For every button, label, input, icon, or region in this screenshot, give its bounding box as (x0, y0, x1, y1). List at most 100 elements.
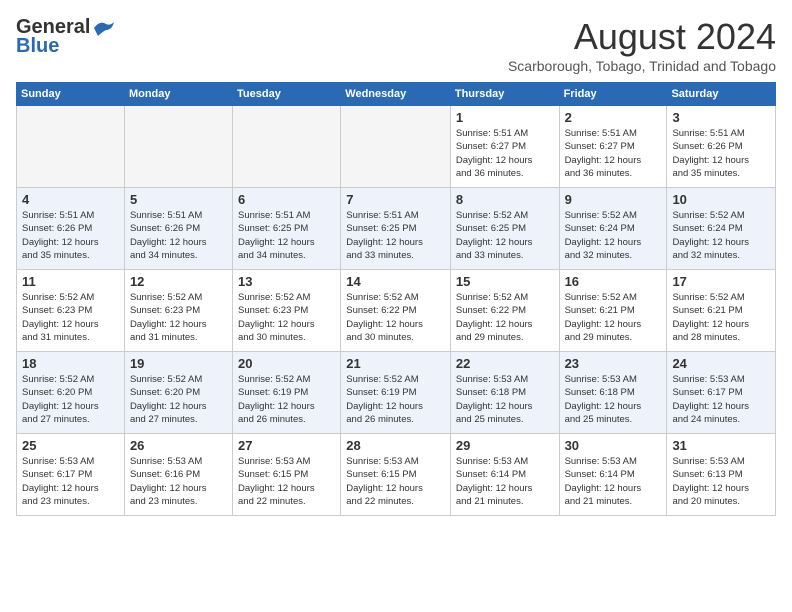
day-number: 13 (238, 274, 335, 289)
day-info: Sunrise: 5:52 AM Sunset: 6:19 PM Dayligh… (346, 373, 445, 426)
day-info: Sunrise: 5:52 AM Sunset: 6:21 PM Dayligh… (565, 291, 662, 344)
calendar-cell: 25 Sunrise: 5:53 AM Sunset: 6:17 PM Dayli… (17, 434, 125, 516)
calendar-cell: 9 Sunrise: 5:52 AM Sunset: 6:24 PM Daylig… (559, 188, 667, 270)
day-number: 19 (130, 356, 227, 371)
day-number: 27 (238, 438, 335, 453)
calendar-cell (233, 106, 341, 188)
calendar-cell: 6 Sunrise: 5:51 AM Sunset: 6:25 PM Daylig… (233, 188, 341, 270)
calendar-cell: 26Sunrise: 5:53 AM Sunset: 6:16 PM Dayli… (124, 434, 232, 516)
week-row-1: 1 Sunrise: 5:51 AM Sunset: 6:27 PM Daylig… (17, 106, 776, 188)
calendar-table: SundayMondayTuesdayWednesdayThursdayFrid… (16, 82, 776, 516)
weekday-header-sunday: Sunday (17, 83, 125, 106)
day-number: 25 (22, 438, 119, 453)
day-number: 16 (565, 274, 662, 289)
logo-bird-icon (92, 20, 114, 36)
day-number: 18 (22, 356, 119, 371)
calendar-cell: 5 Sunrise: 5:51 AM Sunset: 6:26 PM Daylig… (124, 188, 232, 270)
day-number: 10 (672, 192, 770, 207)
title-block: August 2024 Scarborough, Tobago, Trinida… (508, 16, 776, 74)
day-info: Sunrise: 5:51 AM Sunset: 6:26 PM Dayligh… (130, 209, 227, 262)
day-number: 3 (672, 110, 770, 125)
day-number: 21 (346, 356, 445, 371)
day-number: 20 (238, 356, 335, 371)
day-number: 7 (346, 192, 445, 207)
calendar-cell: 10 Sunrise: 5:52 AM Sunset: 6:24 PM Dayli… (667, 188, 776, 270)
day-number: 30 (565, 438, 662, 453)
day-info: Sunrise: 5:53 AM Sunset: 6:15 PM Dayligh… (238, 455, 335, 508)
day-number: 28 (346, 438, 445, 453)
calendar-cell (341, 106, 451, 188)
logo: General Blue (16, 16, 114, 58)
calendar-cell: 12 Sunrise: 5:52 AM Sunset: 6:23 PM Dayli… (124, 270, 232, 352)
day-info: Sunrise: 5:52 AM Sunset: 6:24 PM Dayligh… (672, 209, 770, 262)
day-info: Sunrise: 5:52 AM Sunset: 6:22 PM Dayligh… (346, 291, 445, 344)
weekday-header-wednesday: Wednesday (341, 83, 451, 106)
day-info: Sunrise: 5:52 AM Sunset: 6:19 PM Dayligh… (238, 373, 335, 426)
day-number: 12 (130, 274, 227, 289)
weekday-header-thursday: Thursday (450, 83, 559, 106)
week-row-2: 4 Sunrise: 5:51 AM Sunset: 6:26 PM Daylig… (17, 188, 776, 270)
weekday-header-monday: Monday (124, 83, 232, 106)
calendar-cell (124, 106, 232, 188)
weekday-header-tuesday: Tuesday (233, 83, 341, 106)
day-info: Sunrise: 5:52 AM Sunset: 6:23 PM Dayligh… (238, 291, 335, 344)
day-info: Sunrise: 5:51 AM Sunset: 6:25 PM Dayligh… (346, 209, 445, 262)
calendar-cell: 1Sunrise: 5:51 AM Sunset: 6:27 PM Daylig… (450, 106, 559, 188)
day-info: Sunrise: 5:53 AM Sunset: 6:15 PM Dayligh… (346, 455, 445, 508)
day-number: 23 (565, 356, 662, 371)
day-number: 4 (22, 192, 119, 207)
day-number: 1 (456, 110, 554, 125)
day-info: Sunrise: 5:53 AM Sunset: 6:14 PM Dayligh… (456, 455, 554, 508)
month-year-title: August 2024 (508, 16, 776, 58)
day-number: 6 (238, 192, 335, 207)
week-row-5: 25 Sunrise: 5:53 AM Sunset: 6:17 PM Dayli… (17, 434, 776, 516)
day-info: Sunrise: 5:53 AM Sunset: 6:18 PM Dayligh… (565, 373, 662, 426)
calendar-cell (17, 106, 125, 188)
day-number: 29 (456, 438, 554, 453)
weekday-header-row: SundayMondayTuesdayWednesdayThursdayFrid… (17, 83, 776, 106)
day-number: 24 (672, 356, 770, 371)
day-info: Sunrise: 5:52 AM Sunset: 6:25 PM Dayligh… (456, 209, 554, 262)
calendar-cell: 27 Sunrise: 5:53 AM Sunset: 6:15 PM Dayli… (233, 434, 341, 516)
calendar-cell: 24Sunrise: 5:53 AM Sunset: 6:17 PM Dayli… (667, 352, 776, 434)
calendar-cell: 7 Sunrise: 5:51 AM Sunset: 6:25 PM Daylig… (341, 188, 451, 270)
calendar-cell: 17Sunrise: 5:52 AM Sunset: 6:21 PM Dayli… (667, 270, 776, 352)
day-info: Sunrise: 5:51 AM Sunset: 6:26 PM Dayligh… (672, 127, 770, 180)
day-info: Sunrise: 5:51 AM Sunset: 6:27 PM Dayligh… (565, 127, 662, 180)
day-number: 5 (130, 192, 227, 207)
day-info: Sunrise: 5:52 AM Sunset: 6:23 PM Dayligh… (130, 291, 227, 344)
week-row-4: 18 Sunrise: 5:52 AM Sunset: 6:20 PM Dayli… (17, 352, 776, 434)
calendar-cell: 13 Sunrise: 5:52 AM Sunset: 6:23 PM Dayli… (233, 270, 341, 352)
day-number: 31 (672, 438, 770, 453)
calendar-cell: 31 Sunrise: 5:53 AM Sunset: 6:13 PM Dayli… (667, 434, 776, 516)
week-row-3: 11Sunrise: 5:52 AM Sunset: 6:23 PM Dayli… (17, 270, 776, 352)
calendar-cell: 30Sunrise: 5:53 AM Sunset: 6:14 PM Dayli… (559, 434, 667, 516)
calendar-cell: 8 Sunrise: 5:52 AM Sunset: 6:25 PM Daylig… (450, 188, 559, 270)
day-number: 9 (565, 192, 662, 207)
day-info: Sunrise: 5:53 AM Sunset: 6:16 PM Dayligh… (130, 455, 227, 508)
weekday-header-friday: Friday (559, 83, 667, 106)
day-number: 8 (456, 192, 554, 207)
day-info: Sunrise: 5:51 AM Sunset: 6:26 PM Dayligh… (22, 209, 119, 262)
day-info: Sunrise: 5:52 AM Sunset: 6:22 PM Dayligh… (456, 291, 554, 344)
page-header: General Blue August 2024 Scarborough, To… (16, 16, 776, 74)
calendar-cell: 28 Sunrise: 5:53 AM Sunset: 6:15 PM Dayli… (341, 434, 451, 516)
day-number: 17 (672, 274, 770, 289)
calendar-cell: 15 Sunrise: 5:52 AM Sunset: 6:22 PM Dayli… (450, 270, 559, 352)
day-number: 2 (565, 110, 662, 125)
day-info: Sunrise: 5:52 AM Sunset: 6:20 PM Dayligh… (130, 373, 227, 426)
day-info: Sunrise: 5:53 AM Sunset: 6:17 PM Dayligh… (22, 455, 119, 508)
calendar-cell: 4 Sunrise: 5:51 AM Sunset: 6:26 PM Daylig… (17, 188, 125, 270)
calendar-cell: 2 Sunrise: 5:51 AM Sunset: 6:27 PM Daylig… (559, 106, 667, 188)
calendar-cell: 3 Sunrise: 5:51 AM Sunset: 6:26 PM Daylig… (667, 106, 776, 188)
day-number: 14 (346, 274, 445, 289)
day-number: 15 (456, 274, 554, 289)
calendar-cell: 22Sunrise: 5:53 AM Sunset: 6:18 PM Dayli… (450, 352, 559, 434)
logo-blue: Blue (16, 35, 59, 58)
day-info: Sunrise: 5:53 AM Sunset: 6:13 PM Dayligh… (672, 455, 770, 508)
calendar-cell: 23 Sunrise: 5:53 AM Sunset: 6:18 PM Dayli… (559, 352, 667, 434)
day-info: Sunrise: 5:52 AM Sunset: 6:24 PM Dayligh… (565, 209, 662, 262)
calendar-cell: 19 Sunrise: 5:52 AM Sunset: 6:20 PM Dayli… (124, 352, 232, 434)
day-info: Sunrise: 5:51 AM Sunset: 6:25 PM Dayligh… (238, 209, 335, 262)
calendar-cell: 14 Sunrise: 5:52 AM Sunset: 6:22 PM Dayli… (341, 270, 451, 352)
